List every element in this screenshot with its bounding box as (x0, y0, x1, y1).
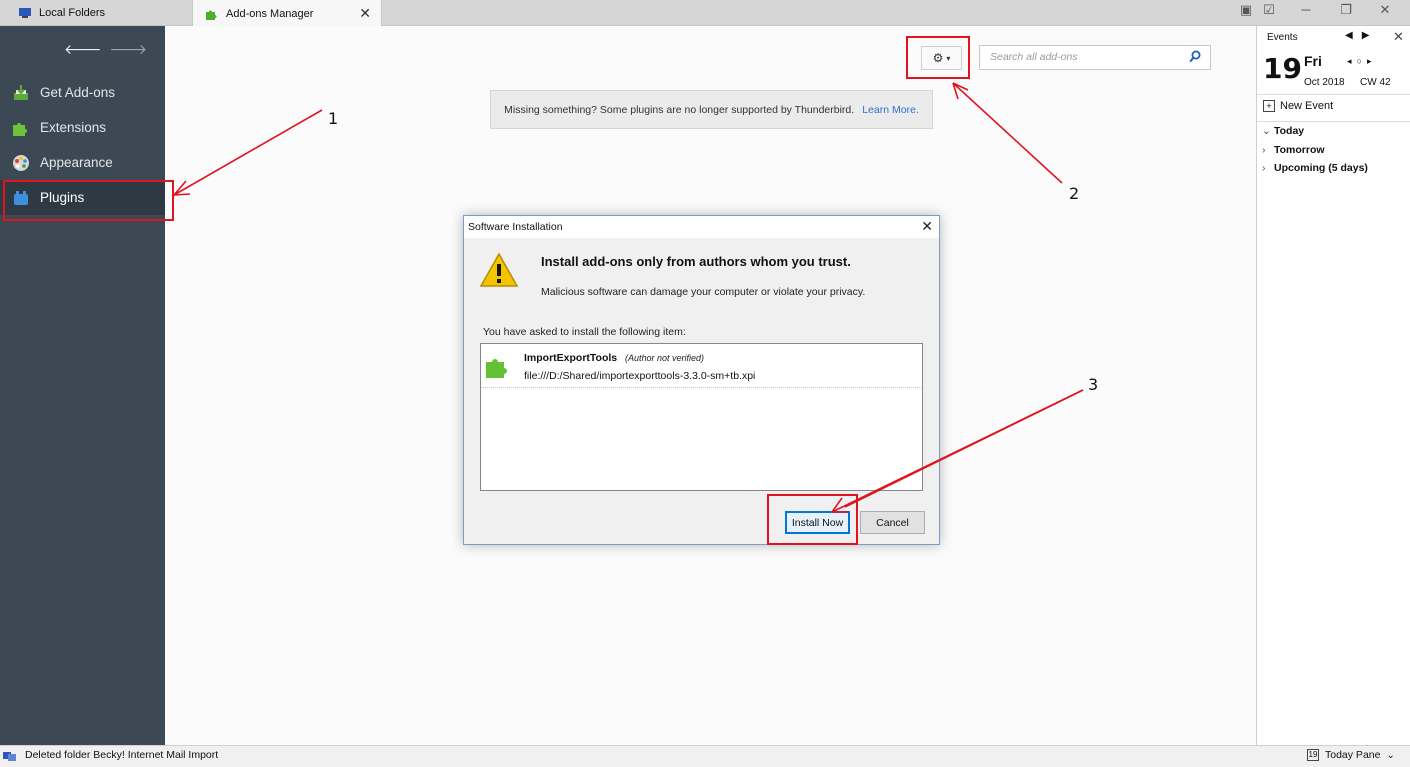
close-window-icon[interactable]: ✕ (1373, 2, 1397, 18)
close-icon[interactable]: ✕ (921, 218, 933, 235)
new-event-label: New Event (1280, 100, 1334, 112)
addon-file-url: file:///D:/Shared/importexporttools-3.3.… (524, 370, 756, 382)
events-group-upcoming[interactable]: › Upcoming (5 days) (1262, 162, 1368, 174)
puzzle-icon (485, 353, 511, 379)
events-group-today[interactable]: ⌄ Today (1262, 125, 1304, 137)
month-year: Oct 2018 (1304, 77, 1345, 88)
category-get-addons[interactable]: Get Add-ons (0, 75, 165, 110)
tasks-toggle-icon[interactable]: ☑ (1257, 2, 1281, 18)
day-number: 19 (1263, 52, 1302, 85)
annotation-label-3: 3 (1088, 375, 1099, 394)
calendar-icon: 19 (1307, 749, 1319, 761)
mini-day-nav: ◂○▸ (1347, 56, 1377, 67)
minimize-icon[interactable]: ─ (1294, 2, 1318, 17)
notice-text: Missing something? Some plugins are no l… (504, 103, 855, 116)
puzzle-icon (12, 119, 30, 137)
chevron-down-icon: ⌄ (1262, 125, 1271, 137)
today-pane: Events ◀▶ ✕ 19 Fri ◂○▸ Oct 2018 CW 42 + … (1256, 26, 1410, 745)
back-arrow-icon[interactable]: 🡐 (64, 41, 110, 57)
search-icon[interactable] (1189, 50, 1201, 64)
previous-day-icon[interactable]: ◀ (1345, 30, 1362, 41)
dialog-asked-text: You have asked to install the following … (483, 326, 686, 338)
calendar-toggle-icon[interactable]: ▣ (1234, 2, 1258, 18)
software-installation-dialog: Software Installation ✕ Install add-ons … (463, 215, 940, 545)
group-label: Upcoming (5 days) (1274, 162, 1368, 174)
warning-icon (479, 252, 519, 288)
list-item: ImportExportTools (Author not verified) … (481, 344, 922, 388)
dialog-titlebar: Software Installation ✕ (464, 216, 939, 238)
tab-label: Local Folders (39, 7, 106, 19)
tab-label: Add-ons Manager (226, 7, 314, 20)
category-appearance[interactable]: Appearance (0, 145, 165, 180)
addon-author-status: (Author not verified) (625, 353, 705, 363)
today-pane-label: Today Pane (1325, 749, 1381, 761)
palette-icon (12, 154, 30, 172)
divider (1257, 121, 1410, 122)
learn-more-link[interactable]: Learn More. (862, 104, 919, 116)
chevron-down-icon: ⌄ (1386, 749, 1395, 761)
chevron-right-icon: › (1262, 144, 1266, 156)
next-icon[interactable]: ▸ (1367, 56, 1377, 66)
history-nav: 🡐🡒 (64, 41, 155, 58)
get-addons-icon (12, 84, 30, 102)
monitor-icon (18, 7, 32, 19)
status-text: Deleted folder Becky! Internet Mail Impo… (25, 749, 219, 761)
annotation-label-2: 2 (1069, 184, 1080, 203)
events-nav: ◀▶ (1345, 30, 1378, 41)
category-label: Get Add-ons (40, 85, 116, 100)
dialog-warning-text: Malicious software can damage your compu… (541, 286, 866, 298)
annotation-box-plugins (3, 180, 174, 221)
addons-sidebar: 🡐🡒 Get Add-ons Extensions Appearance Plu… (0, 26, 165, 745)
install-items-list: ImportExportTools (Author not verified) … (480, 343, 923, 491)
group-label: Today (1274, 125, 1305, 137)
tab-local-folders[interactable]: Local Folders (0, 0, 190, 26)
day-name: Fri (1304, 53, 1322, 69)
previous-icon[interactable]: ◂ (1347, 56, 1357, 66)
today-pane-toggle[interactable]: 19 Today Pane ⌄ (1307, 749, 1395, 761)
close-icon[interactable]: ✕ (359, 5, 371, 22)
annotation-box-gear (906, 36, 970, 79)
status-bar: Deleted folder Becky! Internet Mail Impo… (0, 745, 1410, 767)
close-icon[interactable]: ✕ (1393, 29, 1404, 45)
chevron-right-icon: › (1262, 162, 1266, 174)
dialog-title: Software Installation (468, 221, 563, 233)
search-field[interactable] (979, 45, 1211, 70)
category-label: Extensions (40, 120, 107, 135)
dialog-heading: Install add-ons only from authors whom y… (541, 254, 851, 269)
new-event-button[interactable]: + New Event (1263, 100, 1333, 112)
tab-bar: Local Folders Add-ons Manager ✕ ▣ ☑ ─ ❐ … (0, 0, 1410, 27)
forward-arrow-icon[interactable]: 🡒 (110, 41, 156, 57)
tab-addons-manager[interactable]: Add-ons Manager ✕ (192, 0, 382, 27)
category-extensions[interactable]: Extensions (0, 110, 165, 145)
today-dot-icon[interactable]: ○ (1357, 56, 1367, 66)
next-day-icon[interactable]: ▶ (1362, 30, 1379, 41)
missing-plugins-notice: Missing something? Some plugins are no l… (490, 90, 933, 129)
category-label: Appearance (40, 155, 113, 170)
events-header: Events (1267, 32, 1298, 43)
annotation-label-1: 1 (328, 109, 339, 128)
folders-icon (3, 750, 17, 762)
calendar-week: CW 42 (1360, 77, 1391, 88)
cancel-button[interactable]: Cancel (860, 511, 925, 534)
divider (1257, 94, 1410, 95)
restore-icon[interactable]: ❐ (1334, 2, 1358, 18)
puzzle-icon (205, 8, 219, 20)
events-group-tomorrow[interactable]: › Tomorrow (1262, 144, 1325, 156)
annotation-box-install (767, 494, 858, 545)
search-input[interactable] (990, 51, 1180, 63)
group-label: Tomorrow (1274, 144, 1325, 156)
new-event-icon: + (1263, 100, 1275, 112)
addon-name: ImportExportTools (524, 352, 618, 364)
